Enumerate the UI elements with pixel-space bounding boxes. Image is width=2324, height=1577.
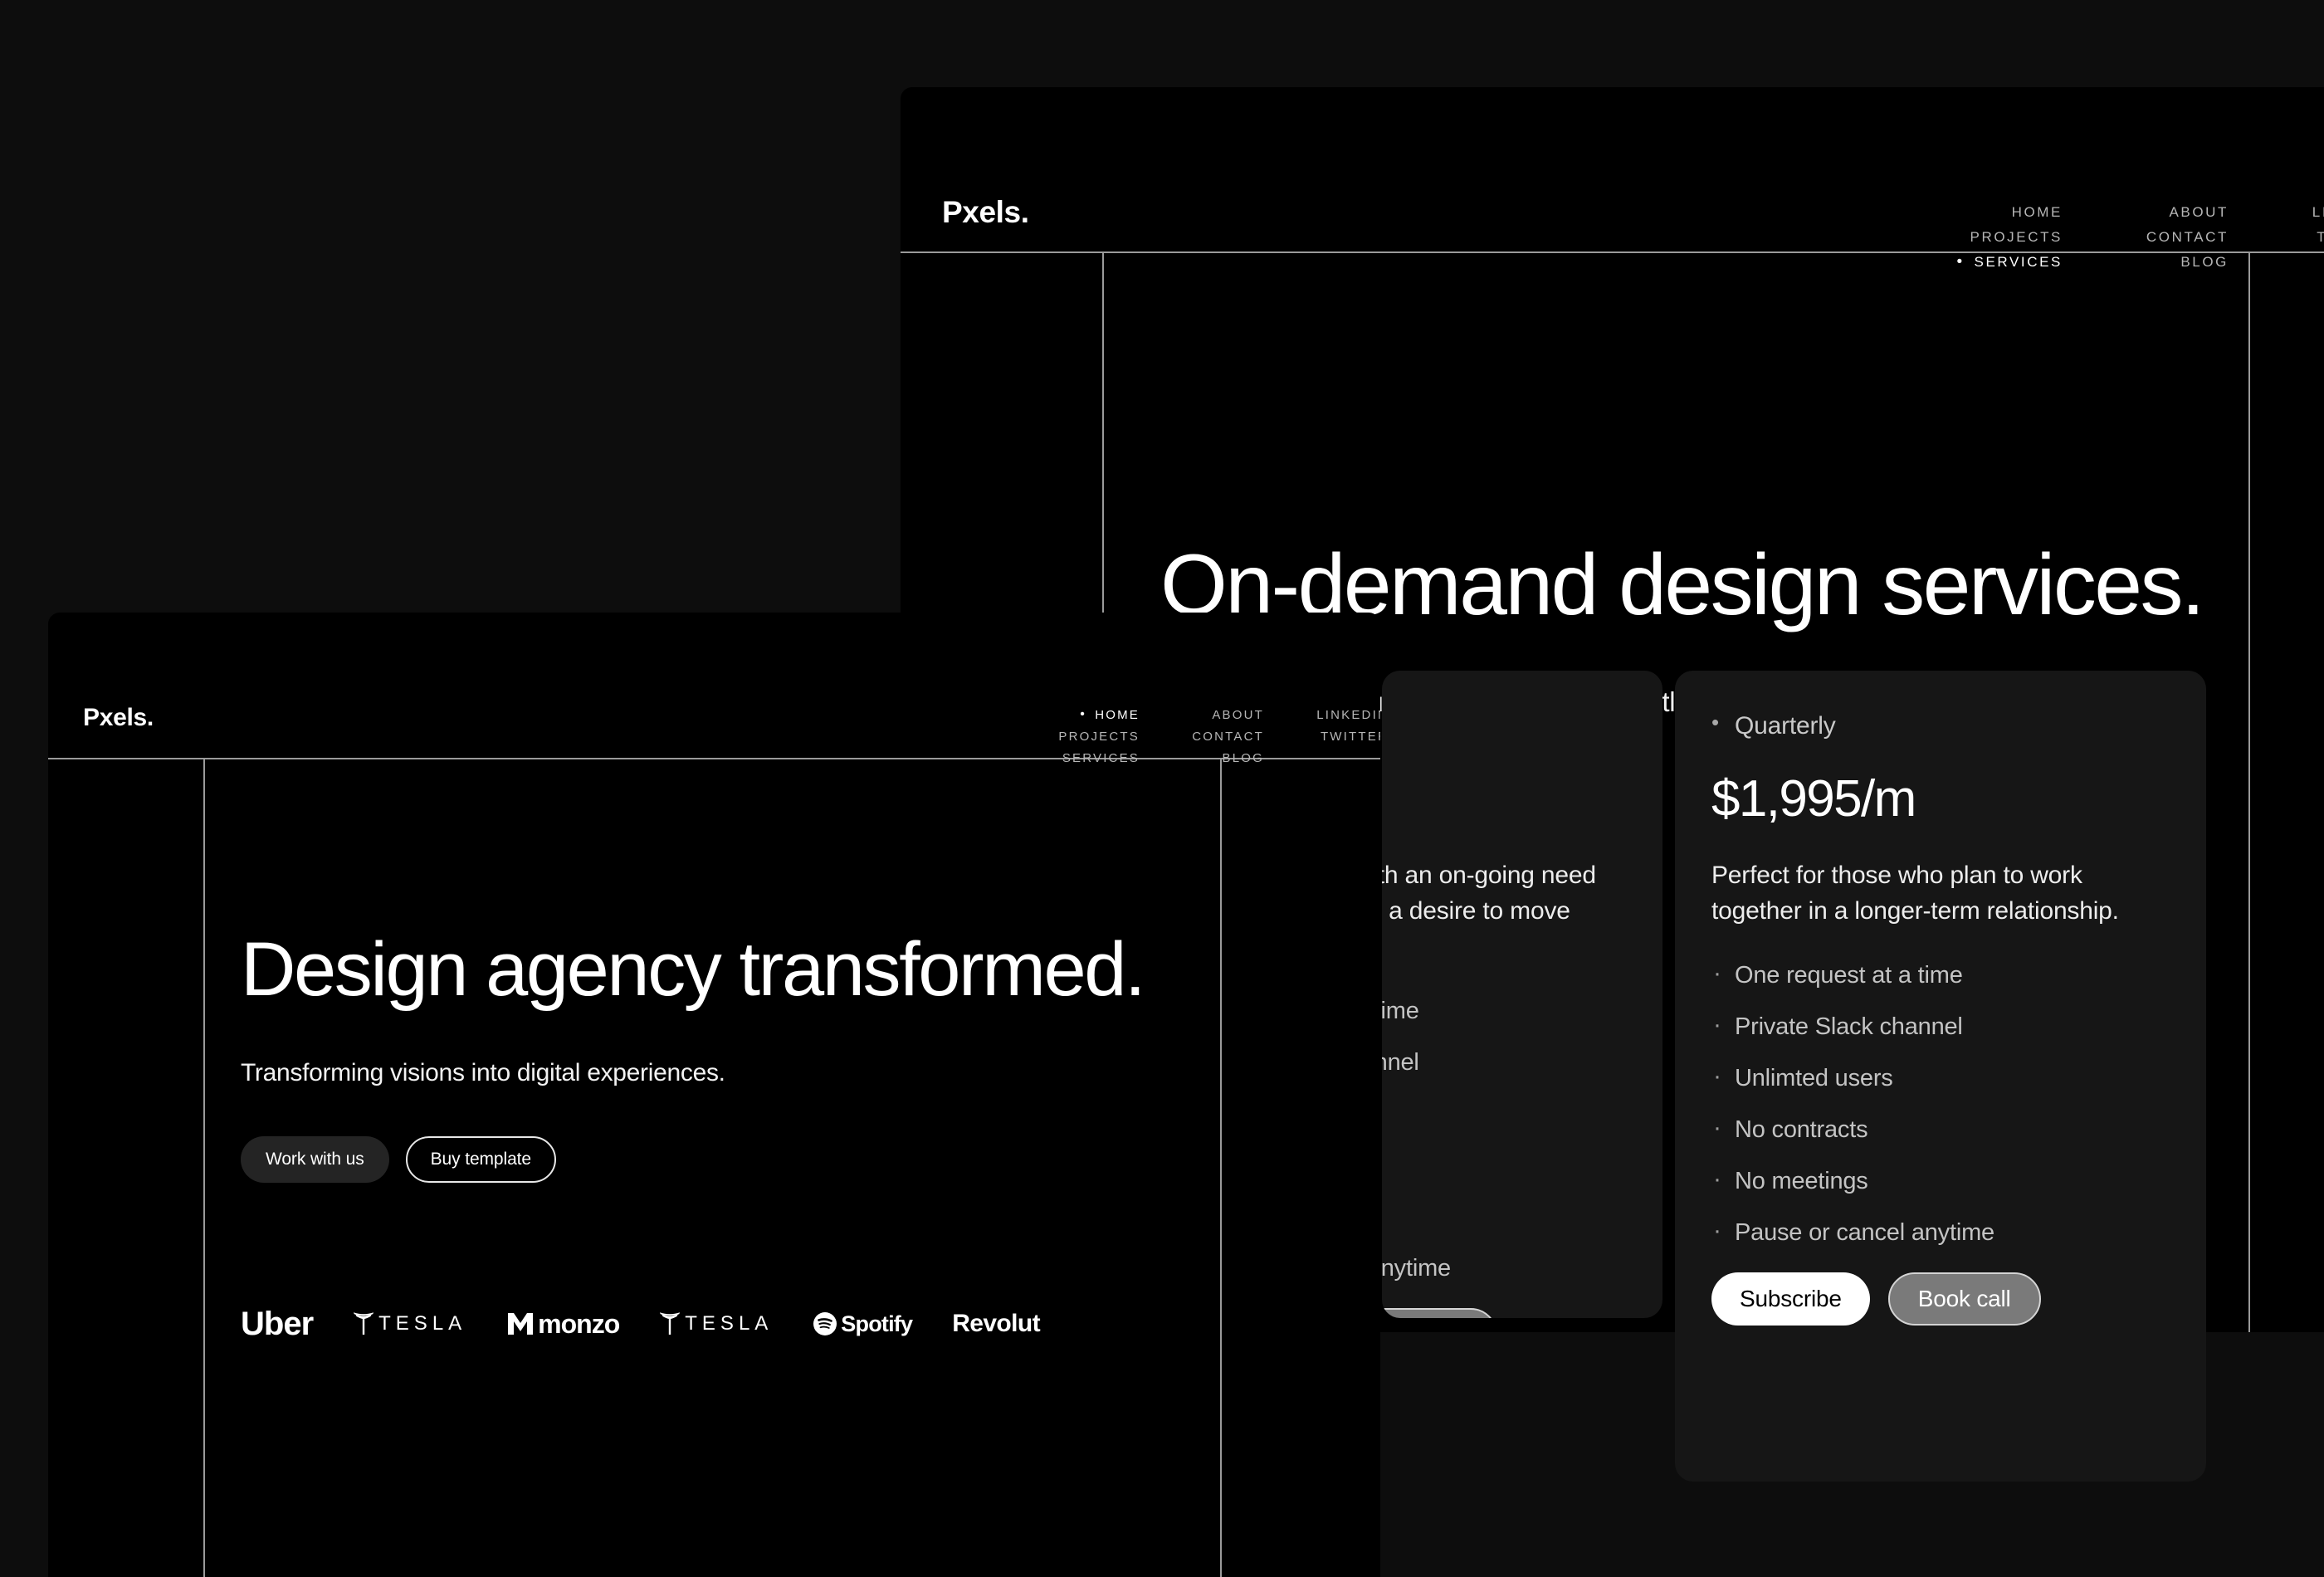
- services-header: Pxels. HOME PROJECTS SERVICES ABOUT CONT…: [901, 87, 2324, 270]
- list-item: No meetings: [1382, 1205, 1626, 1229]
- work-with-us-button[interactable]: Work with us: [241, 1136, 389, 1184]
- tesla-mark-icon: [660, 1312, 681, 1335]
- nav-item-linkedin[interactable]: LINKEDIN: [2312, 205, 2324, 219]
- plan-feature-list: One request at a time Private Slack chan…: [1711, 961, 2170, 1245]
- monzo-logo-text: monzo: [538, 1309, 620, 1340]
- grid-divider-right: [2248, 253, 2250, 1332]
- home-body: Design agency transformed. Transforming …: [48, 759, 1380, 1577]
- monzo-mark-icon: [508, 1313, 534, 1335]
- subscribe-button[interactable]: Subscribe: [1711, 1272, 1870, 1326]
- nav-column-info: ABOUT CONTACT BLOG: [1140, 709, 1264, 764]
- nav-item-projects[interactable]: PROJECTS: [1970, 230, 2063, 244]
- brand-logo[interactable]: Pxels.: [83, 706, 154, 730]
- spotify-mark-icon: [813, 1312, 837, 1336]
- pricing-card-quarterly: Quarterly $1,995/m Perfect for those who…: [1675, 671, 2206, 1482]
- nav-column-pages: HOME PROJECTS SERVICES: [1015, 708, 1140, 764]
- list-item: Unlimted users: [1711, 1064, 2170, 1091]
- uber-logo: Uber: [241, 1306, 314, 1343]
- nav-item-home[interactable]: HOME: [1080, 708, 1140, 721]
- tesla-logo-text: TESLA: [685, 1312, 774, 1335]
- tesla-mark-icon: [354, 1312, 374, 1335]
- nav-item-contact[interactable]: CONTACT: [1192, 730, 1264, 743]
- spotify-logo: Spotify: [813, 1311, 913, 1336]
- plan-price: $1,995/m: [1711, 770, 1916, 828]
- nav-item-linkedin[interactable]: LINKEDIN: [1316, 709, 1380, 721]
- home-header: Pxels. HOME PROJECTS SERVICES ABOUT CONT…: [48, 613, 1380, 764]
- grid-divider-left: [203, 759, 205, 1577]
- monzo-logo: monzo: [506, 1309, 620, 1340]
- pricing-card-monthly-content: Monthly $2,495/m Perfect for those with …: [1382, 671, 1662, 1318]
- plan-description: Perfect for those with an on-going need …: [1382, 862, 1596, 925]
- home-window: Pxels. HOME PROJECTS SERVICES ABOUT CONT…: [48, 613, 1380, 1577]
- book-call-button[interactable]: Book call: [1887, 1272, 2041, 1326]
- plan-actions: Subscribe Book call: [1711, 1272, 2170, 1326]
- plan-price: $2,495/m: [1382, 774, 1626, 825]
- list-item: No meetings: [1711, 1167, 2170, 1194]
- revolut-logo: Revolut: [952, 1310, 1041, 1338]
- plan-feature-list: One request at a time Private Slack chan…: [1382, 998, 1626, 1281]
- list-item: No contracts: [1711, 1116, 2170, 1142]
- page-subtitle: Transforming visions into digital experi…: [241, 1059, 725, 1087]
- nav-item-home[interactable]: HOME: [2012, 205, 2063, 219]
- list-item: Unlimted users: [1382, 1102, 1626, 1126]
- tesla-logo-2: TESLA: [659, 1311, 773, 1336]
- list-item: One request at a time: [1711, 961, 2170, 988]
- tesla-logo-text: TESLA: [378, 1312, 467, 1335]
- list-item: Pause or cancel anytime: [1711, 1218, 2170, 1245]
- plan-description: Perfect for those who plan to work toget…: [1711, 862, 2119, 925]
- tesla-logo: TESLA: [353, 1311, 466, 1336]
- list-item: No contracts: [1382, 1154, 1626, 1178]
- home-primary-nav: HOME PROJECTS SERVICES ABOUT CONTACT BLO…: [1015, 708, 1380, 764]
- book-call-button[interactable]: Book call: [1382, 1307, 1497, 1318]
- plan-actions: Subscribe Book call: [1382, 1307, 1626, 1318]
- nav-column-social: LINKEDIN TWITTER: [1264, 709, 1380, 764]
- plan-term-label[interactable]: Monthly: [1382, 714, 1626, 739]
- list-item: Private Slack channel: [1711, 1013, 2170, 1039]
- brand-logo[interactable]: Pxels.: [942, 197, 1029, 227]
- nav-item-about[interactable]: ABOUT: [2169, 205, 2229, 219]
- list-item: One request at a time: [1382, 998, 1626, 1023]
- pricing-card-monthly: Monthly $2,495/m Perfect for those with …: [1382, 671, 1662, 1318]
- hero-actions: Work with us Buy template: [241, 1136, 1237, 1184]
- nav-item-about[interactable]: ABOUT: [1212, 709, 1264, 721]
- plan-term-label[interactable]: Quarterly: [1711, 711, 2170, 739]
- nav-item-contact[interactable]: CONTACT: [2146, 230, 2229, 244]
- list-item: Pause or cancel anytime: [1382, 1256, 1626, 1281]
- desktop-canvas: Pxels. HOME PROJECTS SERVICES ABOUT CONT…: [0, 0, 2324, 1577]
- client-logo-row: Uber TESLA monzo TESLA Spotify Revolut: [241, 1307, 1237, 1340]
- page-title: Design agency transformed.: [241, 926, 1146, 1012]
- spotify-logo-text: Spotify: [841, 1311, 913, 1336]
- buy-template-button[interactable]: Buy template: [405, 1136, 556, 1184]
- list-item: Private Slack channel: [1382, 1050, 1626, 1075]
- nav-item-projects[interactable]: PROJECTS: [1058, 730, 1140, 743]
- nav-item-twitter[interactable]: TWITTER: [1321, 730, 1380, 743]
- nav-item-twitter[interactable]: TWITTER: [2317, 230, 2324, 244]
- pricing-card-quarterly-content: Quarterly $1,995/m Perfect for those who…: [1675, 671, 2206, 1482]
- home-hero: Design agency transformed. Transforming …: [241, 880, 1237, 1340]
